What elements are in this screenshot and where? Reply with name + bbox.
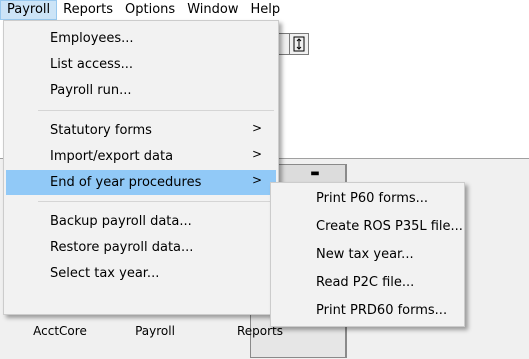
resize-vertical-icon bbox=[293, 36, 305, 52]
submenu-arrow-icon: > bbox=[251, 121, 262, 135]
submenu-arrow-icon: > bbox=[251, 147, 262, 161]
minimize-icon[interactable]: ▬ bbox=[307, 169, 323, 179]
menu-item-backup[interactable]: Backup payroll data... bbox=[6, 209, 276, 234]
menu-item-select-tax-year[interactable]: Select tax year... bbox=[6, 261, 276, 286]
menu-help[interactable]: Help bbox=[244, 0, 286, 20]
menu-item-list-access[interactable]: List access... bbox=[6, 52, 276, 77]
desktop-icon-label: AcctCore bbox=[33, 324, 87, 338]
menu-payroll[interactable]: Payroll bbox=[0, 0, 58, 20]
menu-bar: Payroll Reports Options Window Help bbox=[0, 0, 529, 20]
desktop-icon-label: Payroll bbox=[135, 324, 175, 338]
menu-separator bbox=[38, 201, 274, 202]
submenu-arrow-icon: > bbox=[251, 173, 262, 187]
submenu-item-print-p60[interactable]: Print P60 forms... bbox=[273, 186, 462, 211]
payroll-dropdown-menu: Employees... List access... Payroll run.… bbox=[3, 20, 279, 315]
submenu-item-create-ros[interactable]: Create ROS P35L file... bbox=[273, 214, 463, 239]
menu-window[interactable]: Window bbox=[181, 0, 244, 20]
resize-vertical-button[interactable] bbox=[289, 33, 309, 55]
menu-item-payroll-run[interactable]: Payroll run... bbox=[6, 78, 276, 103]
menu-item-statutory-forms[interactable]: Statutory forms > bbox=[6, 118, 276, 143]
submenu-item-new-tax-year[interactable]: New tax year... bbox=[273, 242, 462, 267]
menu-reports[interactable]: Reports bbox=[57, 0, 119, 20]
menu-item-restore[interactable]: Restore payroll data... bbox=[6, 235, 276, 260]
menu-separator bbox=[38, 110, 274, 111]
submenu-item-print-prd60[interactable]: Print PRD60 forms... bbox=[273, 298, 462, 323]
menu-item-import-export[interactable]: Import/export data > bbox=[6, 144, 276, 169]
menu-options[interactable]: Options bbox=[119, 0, 181, 20]
menu-item-end-of-year[interactable]: End of year procedures > bbox=[6, 170, 276, 195]
menu-item-employees[interactable]: Employees... bbox=[6, 26, 276, 51]
submenu-item-read-p2c[interactable]: Read P2C file... bbox=[273, 270, 462, 295]
end-of-year-submenu: Print P60 forms... Create ROS P35L file.… bbox=[270, 182, 465, 327]
